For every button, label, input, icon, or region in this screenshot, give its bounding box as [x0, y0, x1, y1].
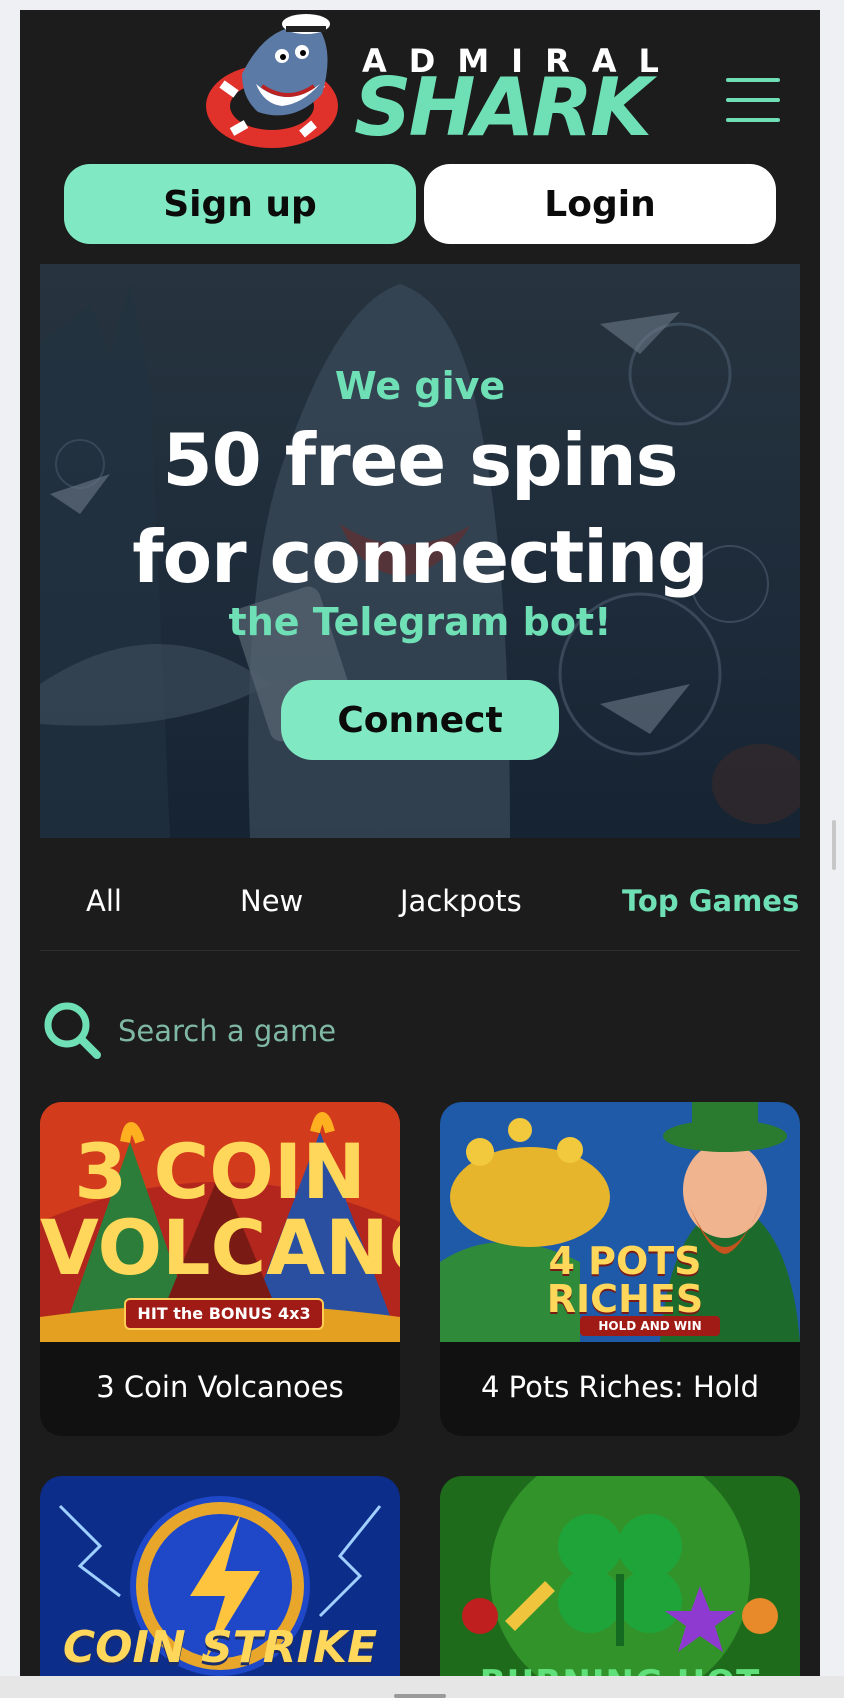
hamburger-menu-icon[interactable]	[726, 68, 780, 126]
signup-button[interactable]: Sign up	[64, 164, 416, 244]
game-title: 3 Coin Volcanoes	[96, 1370, 344, 1404]
banner-subline: the Telegram bot!	[228, 600, 612, 644]
game-art-title: COIN STRIKE	[62, 1622, 378, 1673]
headline-line: for connecting	[132, 515, 708, 599]
tab-top-games[interactable]: Top Games	[622, 884, 799, 918]
game-thumbnail: BURNING HOT	[440, 1476, 800, 1698]
game-card[interactable]: COIN STRIKE	[40, 1476, 400, 1698]
search-input[interactable]	[116, 1006, 760, 1056]
game-title: 4 Pots Riches: Hold	[480, 1370, 760, 1404]
game-card[interactable]: 3 COIN VOLCANOES HIT the BONUS 4x3 3 Coi…	[40, 1102, 400, 1436]
app-page: ADMIRAL SHARK Sign up Login We give 50 f…	[20, 10, 820, 1698]
game-thumbnail: 3 COIN VOLCANOES HIT the BONUS 4x3	[40, 1102, 400, 1342]
logo-wordmark-main: SHARK	[354, 61, 652, 154]
game-art-badge: HIT the BONUS 4x3	[124, 1298, 324, 1330]
menu-bar	[726, 78, 780, 82]
game-art-title: 3 COIN VOLCANOES	[40, 1127, 400, 1292]
headline-line: 50 free spins	[162, 418, 678, 502]
login-button[interactable]: Login	[424, 164, 776, 244]
admiral-shark-logo[interactable]: ADMIRAL SHARK	[202, 14, 664, 156]
search-icon[interactable]	[42, 1000, 102, 1060]
game-card[interactable]: BURNING HOT	[440, 1476, 800, 1698]
shark-mascot-icon	[206, 14, 338, 148]
menu-bar	[726, 98, 780, 102]
tab-jackpots[interactable]: Jackpots	[400, 884, 522, 918]
menu-bar	[726, 118, 780, 122]
game-art-badge: HOLD AND WIN	[580, 1316, 720, 1336]
promo-banner: We give 50 free spins for connecting the…	[40, 264, 800, 838]
game-category-tabs: All New Jackpots Top Games	[40, 858, 800, 951]
game-thumbnail: 4 POTS RICHES HOLD AND WIN	[440, 1102, 800, 1342]
banner-intro-text: We give	[334, 364, 506, 408]
game-card[interactable]: 4 POTS RICHES HOLD AND WIN 4 Pots Riches…	[440, 1102, 800, 1436]
game-art-title: 4 POTS RICHES	[546, 1239, 704, 1321]
tab-new[interactable]: New	[240, 884, 303, 918]
tab-all[interactable]: All	[86, 884, 122, 918]
scrollbar-thumb[interactable]	[832, 820, 836, 870]
game-thumbnail: COIN STRIKE	[40, 1476, 400, 1698]
banner-headline: 50 free spins for connecting	[40, 412, 800, 606]
home-indicator[interactable]	[394, 1694, 446, 1698]
connect-button[interactable]: Connect	[281, 680, 559, 760]
